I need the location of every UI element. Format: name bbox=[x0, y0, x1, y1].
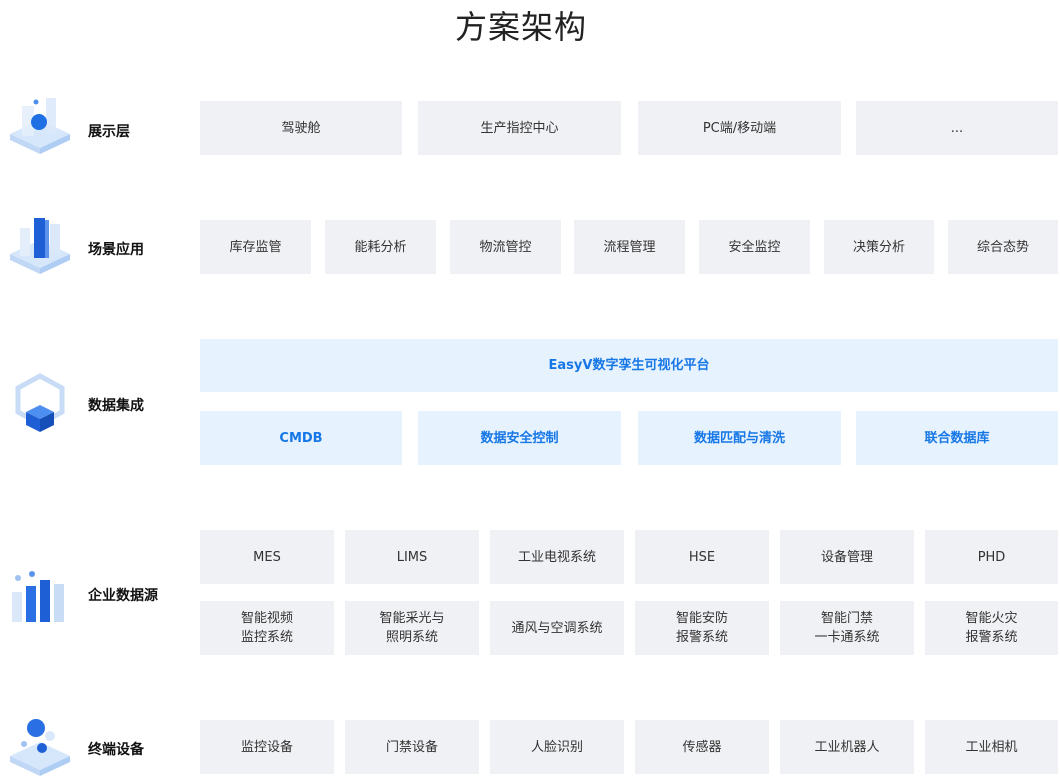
scenario-item: 库存监管 bbox=[200, 220, 311, 274]
integration-item: CMDB bbox=[200, 411, 402, 465]
data-source-item: 设备管理 bbox=[780, 530, 914, 584]
layer-label-presentation: 展示层 bbox=[88, 124, 130, 140]
scenario-item: 物流管控 bbox=[450, 220, 561, 274]
device-item: 工业机器人 bbox=[780, 720, 914, 774]
bar-columns-icon bbox=[12, 571, 64, 622]
layer-label-sources: 企业数据源 bbox=[88, 588, 158, 604]
data-source-item: LIMS bbox=[345, 530, 479, 584]
data-source-item: 通风与空调系统 bbox=[490, 601, 624, 655]
integration-item: 数据匹配与清洗 bbox=[638, 411, 841, 465]
scenario-item: 能耗分析 bbox=[325, 220, 436, 274]
cube-frame-icon bbox=[15, 373, 65, 432]
data-source-item: 智能视频 监控系统 bbox=[200, 601, 334, 655]
platform-banner: EasyV数字孪生可视化平台 bbox=[200, 339, 1058, 392]
device-item: 传感器 bbox=[635, 720, 769, 774]
scenario-item: 安全监控 bbox=[699, 220, 810, 274]
data-source-item: PHD bbox=[925, 530, 1058, 584]
presentation-item: 生产指控中心 bbox=[418, 101, 621, 155]
data-source-item: 智能门禁 一卡通系统 bbox=[780, 601, 914, 655]
scenario-item: 流程管理 bbox=[574, 220, 685, 274]
layer-label-scenarios: 场景应用 bbox=[88, 242, 144, 258]
data-source-item: MES bbox=[200, 530, 334, 584]
integration-item: 联合数据库 bbox=[856, 411, 1058, 465]
device-item: 监控设备 bbox=[200, 720, 334, 774]
blue-pillar-cube-icon bbox=[10, 218, 70, 274]
presentation-item: 驾驶舱 bbox=[200, 101, 402, 155]
data-source-item: 工业电视系统 bbox=[490, 530, 624, 584]
device-item: 人脸识别 bbox=[490, 720, 624, 774]
stacked-spheres-platform-icon bbox=[10, 719, 70, 776]
scenario-item: 决策分析 bbox=[824, 220, 934, 274]
device-item: 门禁设备 bbox=[345, 720, 479, 774]
layer-label-devices: 终端设备 bbox=[88, 742, 144, 758]
data-source-item: 智能火灾 报警系统 bbox=[925, 601, 1058, 655]
device-item: 工业相机 bbox=[925, 720, 1058, 774]
data-source-item: 智能采光与 照明系统 bbox=[345, 601, 479, 655]
page-title: 方案架构 bbox=[454, 8, 587, 46]
layer-label-integration: 数据集成 bbox=[88, 398, 144, 414]
data-source-item: HSE bbox=[635, 530, 769, 584]
scenario-item: 综合态势 bbox=[948, 220, 1058, 274]
presentation-item: ... bbox=[856, 101, 1058, 155]
integration-item: 数据安全控制 bbox=[418, 411, 621, 465]
data-source-item: 智能安防 报警系统 bbox=[635, 601, 769, 655]
presentation-item: PC端/移动端 bbox=[638, 101, 841, 155]
blue-sphere-cube-icon bbox=[10, 98, 70, 154]
